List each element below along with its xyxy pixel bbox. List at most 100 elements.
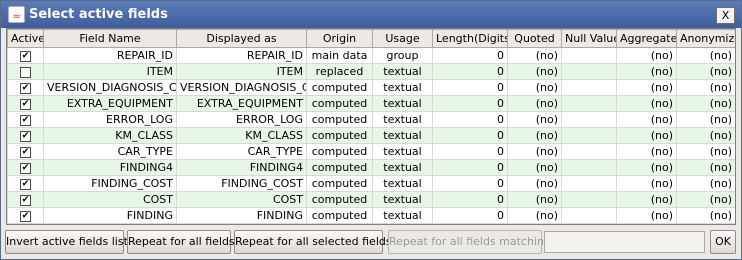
quoted-cell[interactable]: (no) [507, 159, 562, 176]
aggregate-cell[interactable]: (no) [616, 207, 677, 224]
displayed-as-cell[interactable]: REPAIR_ID [176, 47, 307, 64]
title-bar[interactable]: ☕ Select active fields X [1, 1, 741, 28]
origin-cell[interactable]: computed [306, 127, 373, 144]
origin-cell[interactable]: computed [306, 79, 373, 96]
aggregate-cell[interactable]: (no) [616, 111, 677, 128]
field-name-cell[interactable]: ERROR_LOG [43, 111, 177, 128]
quoted-cell[interactable]: (no) [507, 63, 562, 80]
fields-table-container[interactable]: Active Field Name Displayed as Origin Usage L… [6, 28, 736, 225]
length-cell[interactable]: 0 [432, 159, 508, 176]
active-checkbox[interactable]: ✔ [20, 130, 31, 142]
close-button[interactable]: X [716, 7, 735, 24]
field-name-cell[interactable]: REPAIR_ID [43, 47, 177, 64]
displayed-as-cell[interactable]: FINDING [176, 207, 307, 224]
length-cell[interactable]: 0 [432, 95, 508, 112]
null-value-cell[interactable] [561, 191, 617, 208]
usage-cell[interactable]: textual [372, 207, 433, 224]
active-checkbox[interactable]: ✔ [20, 194, 31, 206]
invert-active-fields-button[interactable]: Invert active fields list [5, 230, 128, 254]
anonymize-cell[interactable]: (no) [676, 111, 735, 128]
repeat-for-all-fields-button[interactable]: Repeat for all fields [127, 230, 235, 254]
aggregate-cell[interactable]: (no) [616, 175, 677, 192]
match-pattern-input[interactable] [544, 231, 705, 253]
quoted-cell[interactable]: (no) [507, 127, 562, 144]
active-cell[interactable]: ✔ [7, 191, 44, 208]
table-row[interactable]: ✔ FINDING_COST FINDING_COST computed textual… [7, 175, 735, 192]
length-cell[interactable]: 0 [432, 79, 508, 96]
length-cell[interactable]: 0 [432, 111, 508, 128]
active-checkbox[interactable]: ✔ [20, 146, 31, 158]
quoted-cell[interactable]: (no) [507, 47, 562, 64]
anonymize-cell[interactable]: (no) [676, 143, 735, 160]
table-row[interactable]: ✔ FINDING4 FINDING4 computed textual 0 (no) (no… [7, 159, 735, 176]
repeat-for-all-fields-matching-button[interactable]: Repeat for all fields matching: [388, 230, 555, 254]
column-header[interactable]: Aggregate [616, 29, 677, 48]
displayed-as-cell[interactable]: FINDING4 [176, 159, 307, 176]
usage-cell[interactable]: textual [372, 175, 433, 192]
field-name-cell[interactable]: CAR_TYPE [43, 143, 177, 160]
length-cell[interactable]: 0 [432, 207, 508, 224]
usage-cell[interactable]: textual [372, 143, 433, 160]
quoted-cell[interactable]: (no) [507, 143, 562, 160]
column-header[interactable]: Active [7, 29, 44, 48]
quoted-cell[interactable]: (no) [507, 79, 562, 96]
length-cell[interactable]: 0 [432, 175, 508, 192]
anonymize-cell[interactable]: (no) [676, 79, 735, 96]
length-cell[interactable]: 0 [432, 47, 508, 64]
table-row[interactable]: ✔ FINDING FINDING computed textual 0 (no) (no)(… [7, 207, 735, 224]
usage-cell[interactable]: textual [372, 79, 433, 96]
repeat-for-all-selected-fields-button[interactable]: Repeat for all selected fields [234, 230, 392, 254]
column-header[interactable]: Usage [372, 29, 433, 48]
table-row[interactable]: ✔ ERROR_LOG ERROR_LOG computed textual 0 (no)(… [7, 111, 735, 128]
table-row[interactable]: ✔ KM_CLASS KM_CLASS computed textual 0 (no) (no… [7, 127, 735, 144]
active-cell[interactable]: ✔ [7, 127, 44, 144]
field-name-cell[interactable]: ITEM [43, 63, 177, 80]
anonymize-cell[interactable]: (no) [676, 175, 735, 192]
usage-cell[interactable]: group [372, 47, 433, 64]
displayed-as-cell[interactable]: CAR_TYPE [176, 143, 307, 160]
displayed-as-cell[interactable]: ITEM [176, 63, 307, 80]
active-cell[interactable] [7, 63, 44, 80]
active-cell[interactable]: ✔ [7, 111, 44, 128]
length-cell[interactable]: 0 [432, 191, 508, 208]
origin-cell[interactable]: computed [306, 111, 373, 128]
usage-cell[interactable]: textual [372, 63, 433, 80]
aggregate-cell[interactable]: (no) [616, 143, 677, 160]
usage-cell[interactable]: textual [372, 127, 433, 144]
usage-cell[interactable]: textual [372, 111, 433, 128]
anonymize-cell[interactable]: (no) [676, 127, 735, 144]
active-cell[interactable]: ✔ [7, 95, 44, 112]
active-checkbox[interactable]: ✔ [20, 50, 31, 62]
field-name-cell[interactable]: COST [43, 191, 177, 208]
aggregate-cell[interactable]: (no) [616, 127, 677, 144]
anonymize-cell[interactable]: (no) [676, 159, 735, 176]
column-header[interactable]: Anonymize [676, 29, 735, 48]
field-name-cell[interactable]: EXTRA_EQUIPMENT [43, 95, 177, 112]
anonymize-cell[interactable]: (no) [676, 63, 735, 80]
origin-cell[interactable]: computed [306, 207, 373, 224]
field-name-cell[interactable]: FINDING4 [43, 159, 177, 176]
quoted-cell[interactable]: (no) [507, 207, 562, 224]
column-header[interactable]: Quoted [507, 29, 562, 48]
active-cell[interactable]: ✔ [7, 175, 44, 192]
field-name-cell[interactable]: FINDING [43, 207, 177, 224]
active-cell[interactable]: ✔ [7, 159, 44, 176]
null-value-cell[interactable] [561, 47, 617, 64]
null-value-cell[interactable] [561, 159, 617, 176]
column-header[interactable]: Null Value [561, 29, 617, 48]
anonymize-cell[interactable]: (no) [676, 47, 735, 64]
usage-cell[interactable]: textual [372, 191, 433, 208]
quoted-cell[interactable]: (no) [507, 191, 562, 208]
origin-cell[interactable]: computed [306, 95, 373, 112]
aggregate-cell[interactable]: (no) [616, 191, 677, 208]
field-name-cell[interactable]: FINDING_COST [43, 175, 177, 192]
null-value-cell[interactable] [561, 207, 617, 224]
origin-cell[interactable]: computed [306, 175, 373, 192]
column-header[interactable]: Field Name [43, 29, 177, 48]
displayed-as-cell[interactable]: EXTRA_EQUIPMENT [176, 95, 307, 112]
aggregate-cell[interactable]: (no) [616, 79, 677, 96]
column-header[interactable]: Displayed as [176, 29, 307, 48]
active-cell[interactable]: ✔ [7, 79, 44, 96]
origin-cell[interactable]: computed [306, 159, 373, 176]
active-checkbox[interactable]: ✔ [20, 210, 31, 222]
